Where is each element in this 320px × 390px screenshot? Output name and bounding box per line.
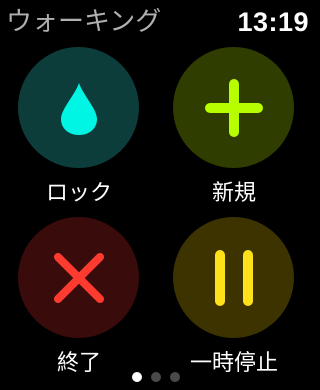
new-action[interactable]: 新規 [164,47,304,217]
pause-action[interactable]: 一時停止 [164,217,304,387]
lock-label: ロック [45,181,112,206]
end-action[interactable]: 終了 [9,217,149,387]
page-indicator [0,372,312,386]
plus-icon [204,78,263,137]
end-button[interactable] [18,217,139,338]
pause-icon [214,249,253,306]
app-title: ウォーキング [6,7,162,37]
lock-button[interactable] [18,47,139,168]
lock-action[interactable]: ロック [9,47,149,217]
page-dot-1[interactable] [132,372,142,382]
pause-button[interactable] [173,217,294,338]
new-label: 新規 [211,181,256,206]
x-icon [53,252,104,303]
status-header: ウォーキング 13:19 [0,0,312,44]
page-dot-2[interactable] [151,372,161,382]
new-button[interactable] [173,47,294,168]
water-drop-icon [60,82,97,135]
clock-time: 13:19 [237,7,309,37]
page-dot-3[interactable] [170,372,180,382]
